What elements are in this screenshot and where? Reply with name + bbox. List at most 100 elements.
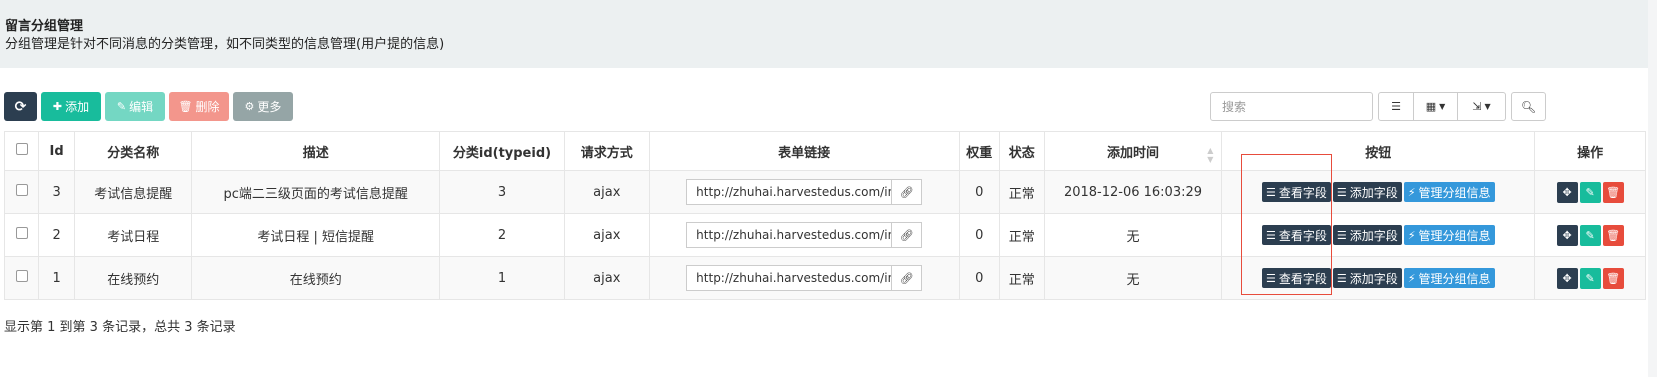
refresh-icon: ⟳	[14, 98, 27, 115]
cell-actions: ✥ ✎ 🗑︎	[1534, 256, 1646, 300]
more-button[interactable]: ⚙ 更多	[233, 92, 293, 121]
cell-form-link: http://zhuhai.harvestedus.com/index/ 🔗︎	[648, 213, 960, 257]
plus-icon: ✚	[52, 100, 63, 113]
manage-group-button[interactable]: ⚡︎ 管理分组信息	[1403, 182, 1495, 202]
cell-name: 考试日程	[74, 213, 193, 257]
view-fields-button[interactable]: ☰ 查看字段	[1262, 182, 1331, 202]
manage-group-button[interactable]: ⚡︎ 管理分组信息	[1403, 225, 1495, 245]
column-header: 按钮	[1221, 131, 1536, 171]
cell-id: 1	[38, 256, 76, 300]
cell-actions: ✥ ✎ 🗑︎	[1534, 170, 1646, 214]
refresh-button[interactable]: ⟳	[4, 92, 37, 121]
open-link-button[interactable]: 🔗︎	[891, 179, 923, 205]
bolt-icon: ⚡︎	[1407, 228, 1416, 242]
add-field-label: 添加字段	[1349, 228, 1398, 243]
toggle-view-button[interactable]: ☰	[1378, 92, 1414, 121]
more-button-label: 更多	[257, 100, 282, 114]
add-field-button[interactable]: ☰ 添加字段	[1332, 225, 1402, 245]
table-row[interactable]: 1 在线预约 在线预约 1 ajax http://zhuhai.harvestedus.…	[3, 256, 1646, 300]
column-header[interactable]: 状态	[998, 131, 1045, 171]
table-view-controls: ☰ ▦ ▼ ⇲ ▼	[1378, 92, 1506, 121]
cell-actions: ✥ ✎ 🗑︎	[1534, 213, 1646, 257]
export-dropdown-button[interactable]: ⇲ ▼	[1458, 92, 1506, 121]
cell-weight: 0	[958, 170, 1000, 214]
cell-weight: 0	[958, 213, 1000, 257]
column-header[interactable]: 权重	[958, 131, 1000, 171]
link-icon: 🔗︎	[899, 185, 914, 199]
delete-button[interactable]: 🗑︎ 删除	[169, 92, 229, 121]
column-header[interactable]: 请求方式	[563, 131, 650, 171]
search-input[interactable]	[1210, 92, 1373, 121]
row-select-cell	[3, 170, 40, 214]
form-link-group: http://zhuhai.harvestedus.com/index/ 🔗︎	[686, 265, 923, 291]
cell-method: ajax	[563, 170, 650, 214]
columns-dropdown-button[interactable]: ▦ ▼	[1414, 92, 1458, 121]
form-link-group: http://zhuhai.harvestedus.com/index/ 🔗︎	[686, 222, 923, 248]
drag-button[interactable]: ✥	[1556, 181, 1578, 203]
pencil-icon: ✎	[116, 100, 127, 113]
advanced-search-button[interactable]: 🔍︎	[1511, 92, 1546, 121]
row-delete-button[interactable]: 🗑︎	[1602, 181, 1624, 203]
manage-group-label: 管理分组信息	[1418, 185, 1491, 200]
column-header[interactable]: 表单链接	[648, 131, 960, 171]
table-header-row: Id 分类名称 描述 分类id(typeid) 请求方式 表单链接 权重 状态 …	[3, 131, 1646, 171]
view-fields-label: 查看字段	[1278, 228, 1327, 243]
list-icon: ☰	[1336, 271, 1347, 285]
row-checkbox[interactable]	[15, 270, 28, 282]
view-fields-button[interactable]: ☰ 查看字段	[1262, 268, 1331, 288]
grid-icon: ▦	[1425, 100, 1437, 113]
list-icon: ☰	[1266, 185, 1276, 199]
page-title: 留言分组管理	[5, 19, 84, 34]
form-link-input[interactable]: http://zhuhai.harvestedus.com/index/	[686, 179, 892, 205]
cell-buttons: ☰ 查看字段 ☰ 添加字段 ⚡︎ 管理分组信息	[1221, 256, 1536, 300]
table-row[interactable]: 3 考试信息提醒 pc端二三级页面的考试信息提醒 3 ajax http://zhuhai…	[3, 170, 1646, 214]
cell-buttons: ☰ 查看字段 ☰ 添加字段 ⚡︎ 管理分组信息	[1221, 170, 1536, 214]
link-icon: 🔗︎	[899, 228, 914, 242]
column-header[interactable]: 描述	[191, 131, 441, 171]
cell-time: 无	[1043, 213, 1223, 257]
column-header[interactable]: Id	[38, 131, 76, 171]
open-link-button[interactable]: 🔗︎	[891, 222, 923, 248]
row-checkbox[interactable]	[15, 184, 28, 196]
column-header[interactable]: 分类名称	[74, 131, 193, 171]
bolt-icon: ⚡︎	[1407, 185, 1416, 199]
row-delete-button[interactable]: 🗑︎	[1602, 267, 1624, 289]
caret-down-icon: ▼	[1439, 102, 1446, 111]
form-link-input[interactable]: http://zhuhai.harvestedus.com/index/	[686, 265, 892, 291]
row-edit-button[interactable]: ✎	[1579, 181, 1601, 203]
add-field-label: 添加字段	[1349, 185, 1398, 200]
view-fields-button[interactable]: ☰ 查看字段	[1262, 225, 1331, 245]
table-row[interactable]: 2 考试日程 考试日程 | 短信提醒 2 ajax http://zhuhai.harve…	[3, 213, 1646, 257]
select-all-checkbox[interactable]	[15, 143, 28, 155]
cell-description: 在线预约	[191, 256, 441, 300]
cell-time: 无	[1043, 256, 1223, 300]
add-field-button[interactable]: ☰ 添加字段	[1332, 268, 1402, 288]
manage-group-label: 管理分组信息	[1418, 228, 1491, 243]
form-link-group: http://zhuhai.harvestedus.com/index/ 🔗︎	[686, 179, 923, 205]
column-header-label: 添加时间	[1106, 145, 1159, 161]
form-link-input[interactable]: http://zhuhai.harvestedus.com/index/	[686, 222, 892, 248]
row-edit-button[interactable]: ✎	[1579, 267, 1601, 289]
view-fields-label: 查看字段	[1278, 271, 1327, 286]
page-header: 留言分组管理 分组管理是针对不同消息的分类管理，如不同类型的信息管理(用户提的信…	[0, 0, 1648, 68]
add-field-button[interactable]: ☰ 添加字段	[1332, 182, 1402, 202]
row-checkbox[interactable]	[15, 227, 28, 239]
drag-button[interactable]: ✥	[1556, 224, 1578, 246]
open-link-button[interactable]: 🔗︎	[891, 265, 923, 291]
cell-method: ajax	[563, 213, 650, 257]
edit-button[interactable]: ✎ 编辑	[105, 92, 165, 121]
view-fields-label: 查看字段	[1278, 185, 1327, 200]
drag-button[interactable]: ✥	[1556, 267, 1578, 289]
row-edit-button[interactable]: ✎	[1579, 224, 1601, 246]
cell-status: 正常	[998, 170, 1045, 214]
column-header[interactable]: 分类id(typeid)	[439, 131, 565, 171]
toolbar: ⟳ ✚ 添加 ✎ 编辑 🗑︎ 删除 ⚙ 更多	[4, 92, 293, 121]
list-icon: ☰	[1336, 185, 1347, 199]
trash-icon: 🗑︎	[1606, 271, 1621, 285]
trash-icon: 🗑︎	[1606, 228, 1621, 242]
add-button[interactable]: ✚ 添加	[41, 92, 101, 121]
manage-group-button[interactable]: ⚡︎ 管理分组信息	[1403, 268, 1495, 288]
row-delete-button[interactable]: 🗑︎	[1602, 224, 1624, 246]
select-all-cell	[3, 131, 40, 171]
column-header-sortable[interactable]: 添加时间 ▲ ▼	[1043, 131, 1223, 171]
